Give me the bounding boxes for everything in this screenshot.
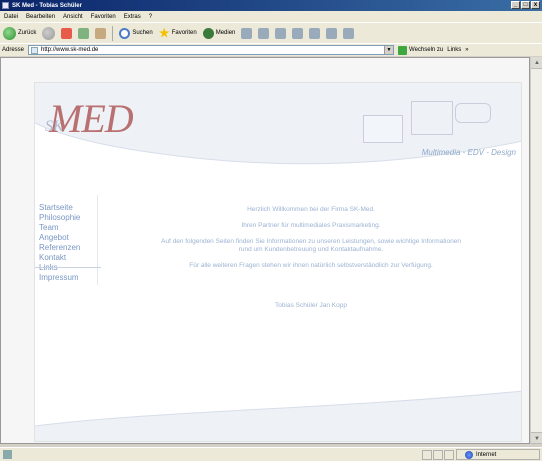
address-input[interactable]: http://www.sk-med.de ▼ [28, 45, 395, 55]
menu-favoriten[interactable]: Favoriten [91, 14, 116, 20]
vertical-scrollbar[interactable]: ▲ ▼ [530, 57, 542, 444]
nav-links[interactable]: Links [39, 263, 101, 273]
welcome-text: Herzlich Willkommen bei der Firma SK-Med… [247, 206, 375, 213]
site-tagline: Multimedia - EDV - Design [421, 148, 516, 157]
star-icon [158, 27, 170, 38]
devices-illustration [363, 97, 493, 152]
status-pane [422, 450, 432, 460]
nav-team[interactable]: Team [39, 223, 101, 233]
site-logo[interactable]: MED [49, 95, 134, 142]
research-icon[interactable] [343, 27, 355, 39]
search-button[interactable]: Suchen [119, 27, 153, 39]
print-icon[interactable] [275, 27, 287, 39]
page-status-icon [3, 450, 12, 459]
nav-startseite[interactable]: Startseite [39, 203, 101, 213]
back-arrow-icon [3, 26, 16, 40]
address-bar: Adresse http://www.sk-med.de ▼ Wechseln … [0, 43, 542, 56]
ie-icon [2, 2, 9, 9]
links-chevron-icon[interactable]: » [465, 47, 468, 53]
address-dropdown-icon[interactable]: ▼ [384, 46, 394, 54]
menu-datei[interactable]: Datei [4, 14, 18, 20]
window-title-bar: SK Med - Tobias Schüler _ □ x [0, 0, 542, 11]
status-panes [422, 450, 454, 460]
media-button[interactable]: Medien [202, 27, 236, 39]
menu-bearbeiten[interactable]: Bearbeiten [26, 14, 55, 20]
info-text: Auf den folgenden Seiten finden Sie Info… [161, 238, 461, 253]
history-icon[interactable] [241, 27, 253, 39]
projector-icon [455, 103, 491, 123]
monitor-icon [411, 101, 453, 135]
media-label: Medien [215, 30, 236, 36]
nav-philosophie[interactable]: Philosophie [39, 213, 101, 223]
menu-help[interactable]: ? [149, 14, 152, 20]
go-button[interactable]: Wechseln zu [398, 45, 444, 55]
menu-extras[interactable]: Extras [124, 14, 141, 20]
stop-icon[interactable] [61, 27, 73, 39]
address-url: http://www.sk-med.de [41, 47, 99, 53]
mail-icon[interactable] [258, 27, 270, 39]
zone-label: Internet [476, 451, 497, 458]
status-pane [444, 450, 454, 460]
main-content: Herzlich Willkommen bei der Firma SK-Med… [161, 206, 461, 318]
nav-impressum[interactable]: Impressum [39, 273, 101, 283]
site-container: SK MED Multimedia - EDV - Design Startse… [34, 82, 522, 442]
favorites-button[interactable]: Favoriten [158, 27, 197, 39]
close-button[interactable]: x [531, 1, 540, 9]
site-nav: Startseite Philosophie Team Angebot Refe… [39, 203, 101, 283]
page-icon [31, 46, 39, 54]
go-label: Wechseln zu [409, 47, 444, 53]
globe-icon [465, 450, 473, 459]
messenger-icon[interactable] [326, 27, 338, 39]
nav-referenzen[interactable]: Referenzen [39, 243, 101, 253]
scroll-up-icon[interactable]: ▲ [531, 57, 542, 69]
status-pane [433, 450, 443, 460]
site-header: SK MED Multimedia - EDV - Design [35, 83, 521, 171]
go-arrow-icon [398, 45, 408, 55]
signature-text: Tobias Schüler Jan Kopp [275, 302, 347, 309]
home-icon[interactable] [95, 27, 107, 39]
maximize-button[interactable]: □ [521, 1, 530, 9]
window-controls: _ □ x [511, 1, 540, 9]
browser-viewport: SK MED Multimedia - EDV - Design Startse… [0, 57, 530, 444]
search-label: Suchen [132, 30, 153, 36]
laptop-icon [363, 115, 403, 143]
scroll-down-icon[interactable]: ▼ [531, 432, 542, 444]
back-label: Zurück [18, 30, 37, 36]
edit-icon[interactable] [292, 27, 304, 39]
nav-angebot[interactable]: Angebot [39, 233, 101, 243]
status-bar: Internet [0, 447, 542, 461]
questions-text: Für alle weiteren Fragen stehen wir ihne… [189, 262, 433, 269]
nav-divider [35, 267, 101, 268]
forward-arrow-icon [42, 26, 56, 40]
search-icon [119, 27, 131, 39]
window-title: SK Med - Tobias Schüler [12, 2, 82, 9]
nav-kontakt[interactable]: Kontakt [39, 253, 101, 263]
discuss-icon[interactable] [309, 27, 321, 39]
back-button[interactable]: Zurück [3, 26, 37, 40]
menu-ansicht[interactable]: Ansicht [63, 14, 83, 20]
footer-wave-graphic [35, 390, 521, 441]
favorites-label: Favoriten [171, 30, 197, 36]
minimize-button[interactable]: _ [511, 1, 520, 9]
media-icon [202, 27, 214, 39]
address-label: Adresse [2, 47, 25, 53]
menu-bar: Datei Bearbeiten Ansicht Favoriten Extra… [0, 11, 542, 22]
security-zone: Internet [456, 449, 540, 460]
forward-button[interactable] [42, 26, 56, 40]
links-button[interactable]: Links [447, 47, 461, 53]
refresh-icon[interactable] [78, 27, 90, 39]
partner-text: Ihren Partner für multimediales Praxisma… [241, 222, 381, 229]
toolbar: Zurück Suchen Favoriten Medien [0, 22, 542, 43]
toolbar-divider [112, 25, 114, 41]
